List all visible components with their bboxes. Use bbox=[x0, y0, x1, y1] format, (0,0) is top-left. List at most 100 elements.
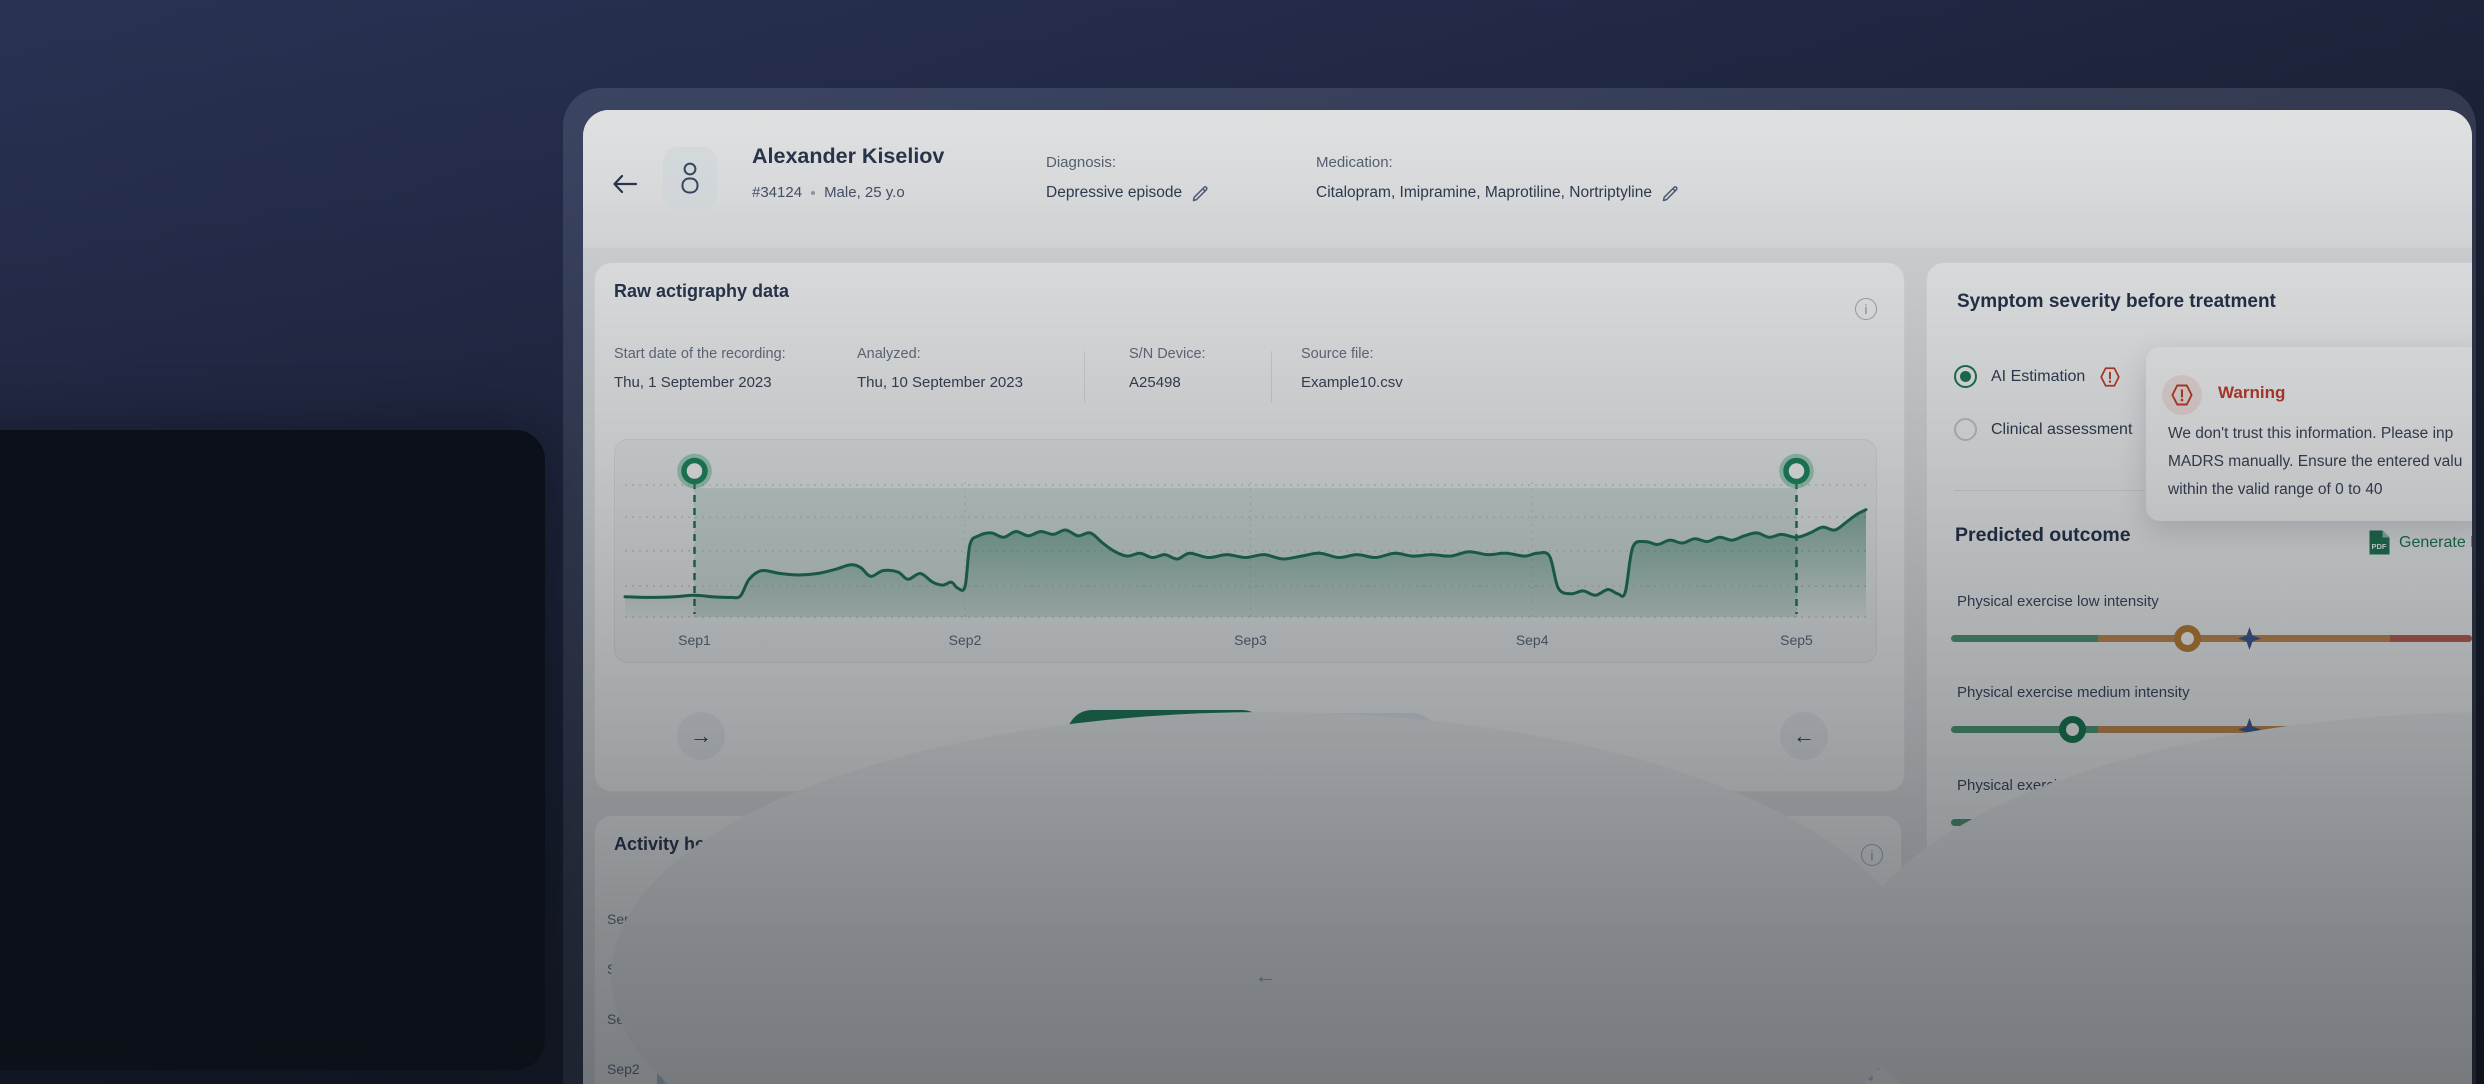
generate-pdf-label: Generate PDF bbox=[2399, 533, 2472, 551]
outcome-slider-track[interactable] bbox=[1951, 991, 2472, 1018]
slider-value-handle[interactable] bbox=[2416, 991, 2444, 1018]
baseline-diamond-marker bbox=[2238, 627, 2261, 650]
card-title: Circadian profile bbox=[1506, 834, 1649, 854]
radio-icon[interactable] bbox=[1954, 418, 1977, 441]
analyze-data-button[interactable]: Analyze data bbox=[1067, 710, 1267, 760]
warning-text-line: We don't trust this information. Please … bbox=[2168, 425, 2454, 442]
medication-value: Citalopram, Imipramine, Maprotiline, Nor… bbox=[1316, 184, 1652, 201]
person-icon bbox=[681, 162, 699, 194]
background-shape bbox=[0, 430, 545, 1070]
slider-label: Physical exercise medium intensity bbox=[1957, 684, 2190, 701]
outcome-slider-track[interactable] bbox=[1951, 809, 2472, 836]
meta-source-file: Source file: Example10.csv bbox=[1301, 346, 1403, 391]
outcome-slider-track[interactable] bbox=[1951, 625, 2472, 652]
diagnosis-value: Depressive episode bbox=[1046, 184, 1183, 201]
app-window: Alexander Kiseliov #34124 Male, 25 y.o D… bbox=[583, 110, 2472, 1084]
warning-title: Warning bbox=[2218, 383, 2286, 402]
warning-hexagon-icon bbox=[2162, 375, 2202, 415]
divider bbox=[1954, 490, 2144, 491]
edit-pencil-icon bbox=[1662, 185, 1678, 201]
peaks-troughs-card: Peaks and troughs of activity i Sep5 Sep4… bbox=[1030, 815, 1456, 1084]
severity-title: Symptom severity before treatment bbox=[1957, 291, 2276, 312]
meta-start-date: Start date of the recording: Thu, 1 Sept… bbox=[614, 346, 786, 391]
x-axis-label: Sep3 bbox=[1234, 632, 1267, 648]
x-axis-label: Sep5 bbox=[1780, 632, 1813, 648]
radio-option-ai-estimation[interactable]: AI Estimation bbox=[1954, 365, 2121, 388]
radio-icon[interactable] bbox=[1954, 365, 1977, 388]
activity-heatmap-card: Activity heatmap i Sep5 Sep4 Sep3 Sep2 bbox=[594, 815, 1008, 1084]
peak-marker bbox=[1320, 1060, 1336, 1078]
generate-pdf-button[interactable]: PDF Generate PDF bbox=[2368, 529, 2472, 556]
slider-value-handle[interactable] bbox=[2153, 899, 2181, 926]
slider-value-handle[interactable] bbox=[2174, 625, 2201, 652]
edit-pencil-icon bbox=[1192, 185, 1208, 201]
screenshot-stage: Alexander Kiseliov #34124 Male, 25 y.o D… bbox=[0, 0, 2484, 1084]
peaks-troughs-plot: Sep5 Sep4 Sep3 Sep2 bbox=[1043, 894, 1433, 1084]
baseline-diamond-marker bbox=[2238, 901, 2261, 924]
trough-marker bbox=[1139, 1011, 1157, 1029]
pdf-icon: PDF bbox=[2369, 530, 2390, 555]
warning-text-line: MADRS manually. Ensure the entered valu bbox=[2168, 453, 2463, 470]
meta-divider bbox=[1084, 351, 1085, 403]
circadian-profile-card: Circadian profile i bbox=[1478, 815, 1905, 1084]
scroll-right-button[interactable]: → bbox=[677, 712, 725, 760]
patient-id: #34124 bbox=[752, 184, 803, 201]
heatmap-row-label: Sep5 bbox=[607, 911, 640, 927]
baseline-diamond-marker bbox=[2238, 811, 2261, 834]
peaks-row-label: Sep5 bbox=[1043, 913, 1076, 929]
heatmap-row bbox=[657, 997, 986, 1041]
snri-warning: SNRI (value > 40) bbox=[1954, 1055, 2126, 1084]
range-handle[interactable] bbox=[681, 457, 708, 485]
actigraphy-chart[interactable]: Sep1 Sep2 Sep3 Sep4 Sep5 bbox=[614, 439, 1877, 663]
range-handle[interactable] bbox=[1783, 457, 1810, 485]
peak-marker bbox=[1297, 912, 1313, 930]
edit-diagnosis-button[interactable] bbox=[1192, 185, 1209, 202]
slider-label: Physical exercise low intensity bbox=[1957, 593, 2159, 610]
heatmap-row bbox=[657, 897, 986, 941]
warning-card: Warning We don't trust this information.… bbox=[2146, 347, 2472, 521]
outcome-slider-track[interactable] bbox=[1951, 899, 2472, 926]
trough-marker bbox=[1192, 1060, 1210, 1078]
svg-text:PDF: PDF bbox=[2372, 542, 2387, 551]
medication-value-row: Citalopram, Imipramine, Maprotiline, Nor… bbox=[1316, 184, 1679, 202]
meta-divider bbox=[1271, 351, 1272, 403]
baseline-diamond-marker bbox=[2238, 993, 2261, 1016]
medication-label: Medication: bbox=[1316, 154, 1393, 171]
info-icon[interactable]: i bbox=[1861, 844, 1883, 866]
radio-option-clinical-assessment[interactable]: Clinical assessment bbox=[1954, 418, 2132, 441]
reset-button[interactable]: Reset bbox=[1299, 713, 1436, 759]
radio-label: AI Estimation bbox=[1991, 367, 2086, 385]
info-icon[interactable]: i bbox=[965, 843, 987, 865]
snri-warning-label: SNRI (value > 40) bbox=[1998, 1061, 2126, 1078]
raw-actigraphy-card: Raw actigraphy data i Start date of the … bbox=[594, 262, 2472, 1084]
peak-marker bbox=[1307, 1011, 1323, 1029]
arrow-left-icon bbox=[613, 174, 638, 194]
baseline-diamond-marker bbox=[2238, 718, 2261, 741]
back-button[interactable] bbox=[605, 164, 645, 204]
symptom-severity-panel: Symptom severity before treatment AI Est… bbox=[1926, 262, 2472, 1084]
warning-text-line: within the valid range of 0 to 40 bbox=[2168, 481, 2383, 498]
slider-value-handle[interactable] bbox=[2058, 716, 2086, 743]
outcome-slider-track[interactable] bbox=[1951, 716, 2472, 743]
warning-hexagon-icon bbox=[2100, 366, 2120, 387]
diagnosis-value-row: Depressive episode bbox=[1046, 184, 1209, 202]
peaks-row-label: Sep3 bbox=[1043, 1012, 1076, 1028]
warning-hexagon-filled-icon bbox=[1957, 1058, 1981, 1082]
peak-marker bbox=[1329, 961, 1345, 979]
heatmap-row-label: Sep2 bbox=[607, 1061, 640, 1077]
peaks-row-label: Sep4 bbox=[1043, 962, 1076, 978]
heatmap-row bbox=[657, 947, 986, 991]
scroll-left-button-2[interactable]: ← bbox=[1780, 712, 1828, 760]
diagnosis-label: Diagnosis: bbox=[1046, 154, 1117, 171]
peaks-row-label: Sep2 bbox=[1043, 1061, 1076, 1077]
meta-analyzed: Analyzed: Thu, 10 September 2023 bbox=[857, 346, 1023, 391]
avatar bbox=[663, 147, 717, 209]
slider-label: CBT bbox=[1957, 867, 1987, 884]
x-axis-label: Sep4 bbox=[1516, 632, 1549, 648]
slider-value-handle[interactable] bbox=[2047, 809, 2075, 836]
circadian-plot bbox=[1495, 894, 1905, 1084]
predicted-outcome-title: Predicted outcome bbox=[1955, 524, 2131, 546]
edit-medication-button[interactable] bbox=[1662, 185, 1679, 202]
info-icon[interactable]: i bbox=[1855, 298, 1877, 320]
patient-header: Alexander Kiseliov #34124 Male, 25 y.o D… bbox=[583, 110, 2472, 248]
